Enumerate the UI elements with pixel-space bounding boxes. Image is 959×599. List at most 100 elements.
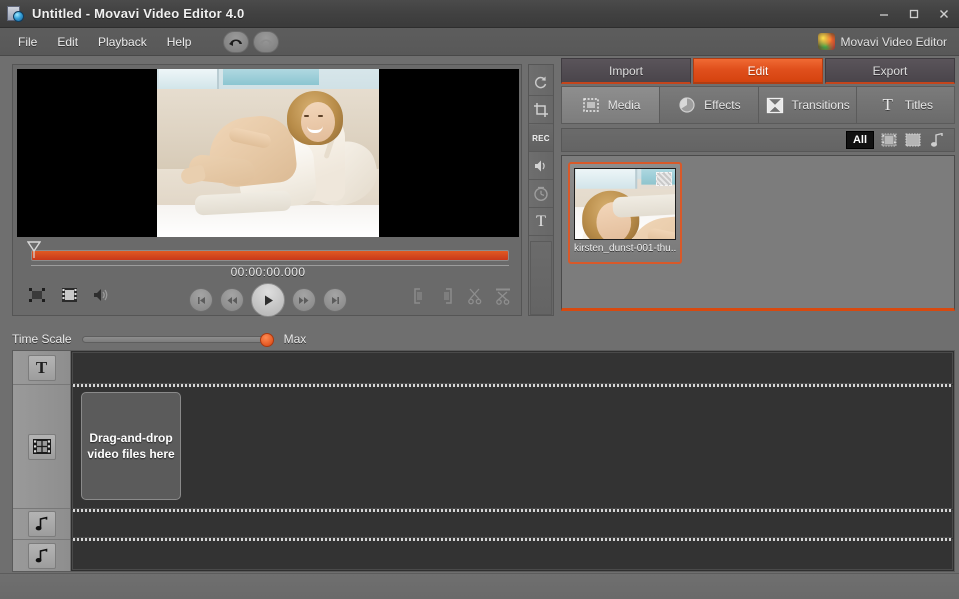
- subtab-titles[interactable]: T Titles: [855, 86, 955, 124]
- timeline: T Drag-and-drop video files here: [12, 350, 955, 572]
- track-divider: [73, 509, 952, 512]
- time-scale-row: Time Scale Max: [12, 328, 955, 350]
- seek-track[interactable]: [31, 250, 509, 261]
- brand-label: Movavi Video Editor: [840, 34, 948, 49]
- next-frame-button[interactable]: [323, 288, 347, 312]
- cut-icon[interactable]: [493, 286, 513, 306]
- time-scale-knob[interactable]: [259, 333, 274, 347]
- record-icon[interactable]: REC: [529, 125, 553, 152]
- snapshot-icon[interactable]: [59, 285, 79, 305]
- media-type-badge-icon: [656, 172, 672, 186]
- tab-edit[interactable]: Edit: [693, 58, 823, 84]
- track-divider: [73, 384, 952, 387]
- timeline-tracks[interactable]: Drag-and-drop video files here: [71, 351, 954, 571]
- window-title: Untitled - Movavi Video Editor 4.0: [32, 6, 245, 21]
- text-icon[interactable]: T: [529, 209, 553, 236]
- speaker-icon[interactable]: [529, 153, 553, 180]
- subtab-effects[interactable]: Effects: [659, 86, 758, 124]
- track-header-audio-2[interactable]: [13, 540, 70, 571]
- undo-redo-group: [223, 30, 280, 53]
- media-item-label: kirsten_dunst-001-thu...: [574, 243, 676, 254]
- music-note-icon[interactable]: [27, 542, 56, 569]
- window-controls: [869, 0, 959, 28]
- clock-icon[interactable]: [529, 181, 553, 208]
- filter-all-button[interactable]: All: [845, 130, 874, 150]
- rewind-button[interactable]: [220, 288, 244, 312]
- effects-icon: [677, 95, 697, 115]
- editing-tools-toolbar: REC T: [528, 64, 554, 316]
- player-right-controls: [409, 286, 513, 306]
- preview-image: [157, 69, 379, 237]
- play-button[interactable]: [251, 283, 285, 317]
- dropzone[interactable]: Drag-and-drop video files here: [81, 392, 181, 500]
- transitions-icon: [765, 95, 785, 115]
- time-scale-slider[interactable]: [81, 333, 274, 347]
- transport-controls: [189, 283, 347, 317]
- maximize-icon[interactable]: [899, 0, 929, 28]
- subtab-media-label: Media: [607, 98, 641, 112]
- playhead-handle[interactable]: [27, 241, 41, 258]
- redo-icon[interactable]: [253, 30, 280, 53]
- previous-frame-button[interactable]: [189, 288, 213, 312]
- tab-export[interactable]: Export: [825, 58, 955, 84]
- track-header-video[interactable]: [13, 385, 70, 509]
- subtab-media[interactable]: Media: [561, 86, 660, 124]
- menu-file[interactable]: File: [8, 32, 47, 52]
- menu-bar: File Edit Playback Help Movavi Video Edi…: [0, 28, 959, 56]
- title-bar: Untitled - Movavi Video Editor 4.0: [0, 0, 959, 28]
- text-icon[interactable]: T: [27, 354, 56, 381]
- mark-out-icon[interactable]: [437, 286, 457, 306]
- track-header-audio-1[interactable]: [13, 509, 70, 540]
- player-controls: [13, 283, 523, 317]
- video-stage[interactable]: [17, 69, 519, 237]
- fast-forward-button[interactable]: [292, 288, 316, 312]
- timecode-display: 00:00:00.000: [230, 265, 306, 279]
- filter-image-icon[interactable]: [904, 132, 922, 148]
- media-item[interactable]: kirsten_dunst-001-thu...: [568, 162, 682, 264]
- media-list[interactable]: kirsten_dunst-001-thu...: [561, 155, 955, 311]
- video-frame: [157, 69, 379, 237]
- split-icon[interactable]: [465, 286, 485, 306]
- toolbar-filler: [530, 241, 552, 315]
- brand: Movavi Video Editor: [817, 33, 948, 50]
- volume-icon[interactable]: [91, 285, 111, 305]
- player-left-controls: [27, 285, 111, 305]
- preview-panel: 00:00:00.000: [12, 64, 523, 317]
- app-icon: [7, 5, 24, 22]
- fit-to-screen-icon[interactable]: [27, 285, 47, 305]
- right-panel: Import Edit Export Media Effects Transit…: [561, 58, 955, 318]
- movavi-video-editor-window: Untitled - Movavi Video Editor 4.0 File …: [0, 0, 959, 599]
- minimize-icon[interactable]: [869, 0, 899, 28]
- undo-icon[interactable]: [223, 30, 250, 53]
- track-header-titles[interactable]: T: [13, 351, 70, 385]
- film-icon[interactable]: [27, 433, 56, 460]
- tab-import[interactable]: Import: [561, 58, 691, 84]
- rotate-icon[interactable]: [529, 69, 553, 96]
- timeline-track-video[interactable]: Drag-and-drop video files here: [72, 384, 953, 509]
- movavi-logo-icon: [817, 33, 835, 50]
- timeline-track-audio-1[interactable]: [72, 509, 953, 538]
- menu-help[interactable]: Help: [157, 32, 202, 52]
- time-scale-label: Time Scale: [12, 332, 72, 346]
- music-note-icon[interactable]: [27, 511, 56, 537]
- filter-video-icon[interactable]: [880, 132, 898, 148]
- timeline-track-audio-2[interactable]: [72, 538, 953, 570]
- menu-playback[interactable]: Playback: [88, 32, 157, 52]
- menu-edit[interactable]: Edit: [47, 32, 88, 52]
- time-scale-max-label: Max: [283, 332, 307, 346]
- track-divider: [73, 538, 952, 541]
- filter-audio-icon[interactable]: [928, 132, 946, 148]
- media-thumbnail: [574, 168, 676, 240]
- titles-icon: T: [882, 95, 893, 114]
- edit-sub-tabs: Media Effects Transitions T Titles: [561, 86, 955, 124]
- track-headers: T: [13, 351, 71, 571]
- time-scale-track[interactable]: [81, 336, 274, 343]
- seek-bar[interactable]: [17, 241, 519, 267]
- crop-icon[interactable]: [529, 97, 553, 124]
- timeline-track-titles[interactable]: [72, 352, 953, 384]
- subtab-transitions[interactable]: Transitions: [757, 86, 856, 124]
- close-icon[interactable]: [929, 0, 959, 28]
- media-icon: [581, 95, 601, 115]
- subtab-transitions-label: Transitions: [791, 98, 850, 112]
- mark-in-icon[interactable]: [409, 286, 429, 306]
